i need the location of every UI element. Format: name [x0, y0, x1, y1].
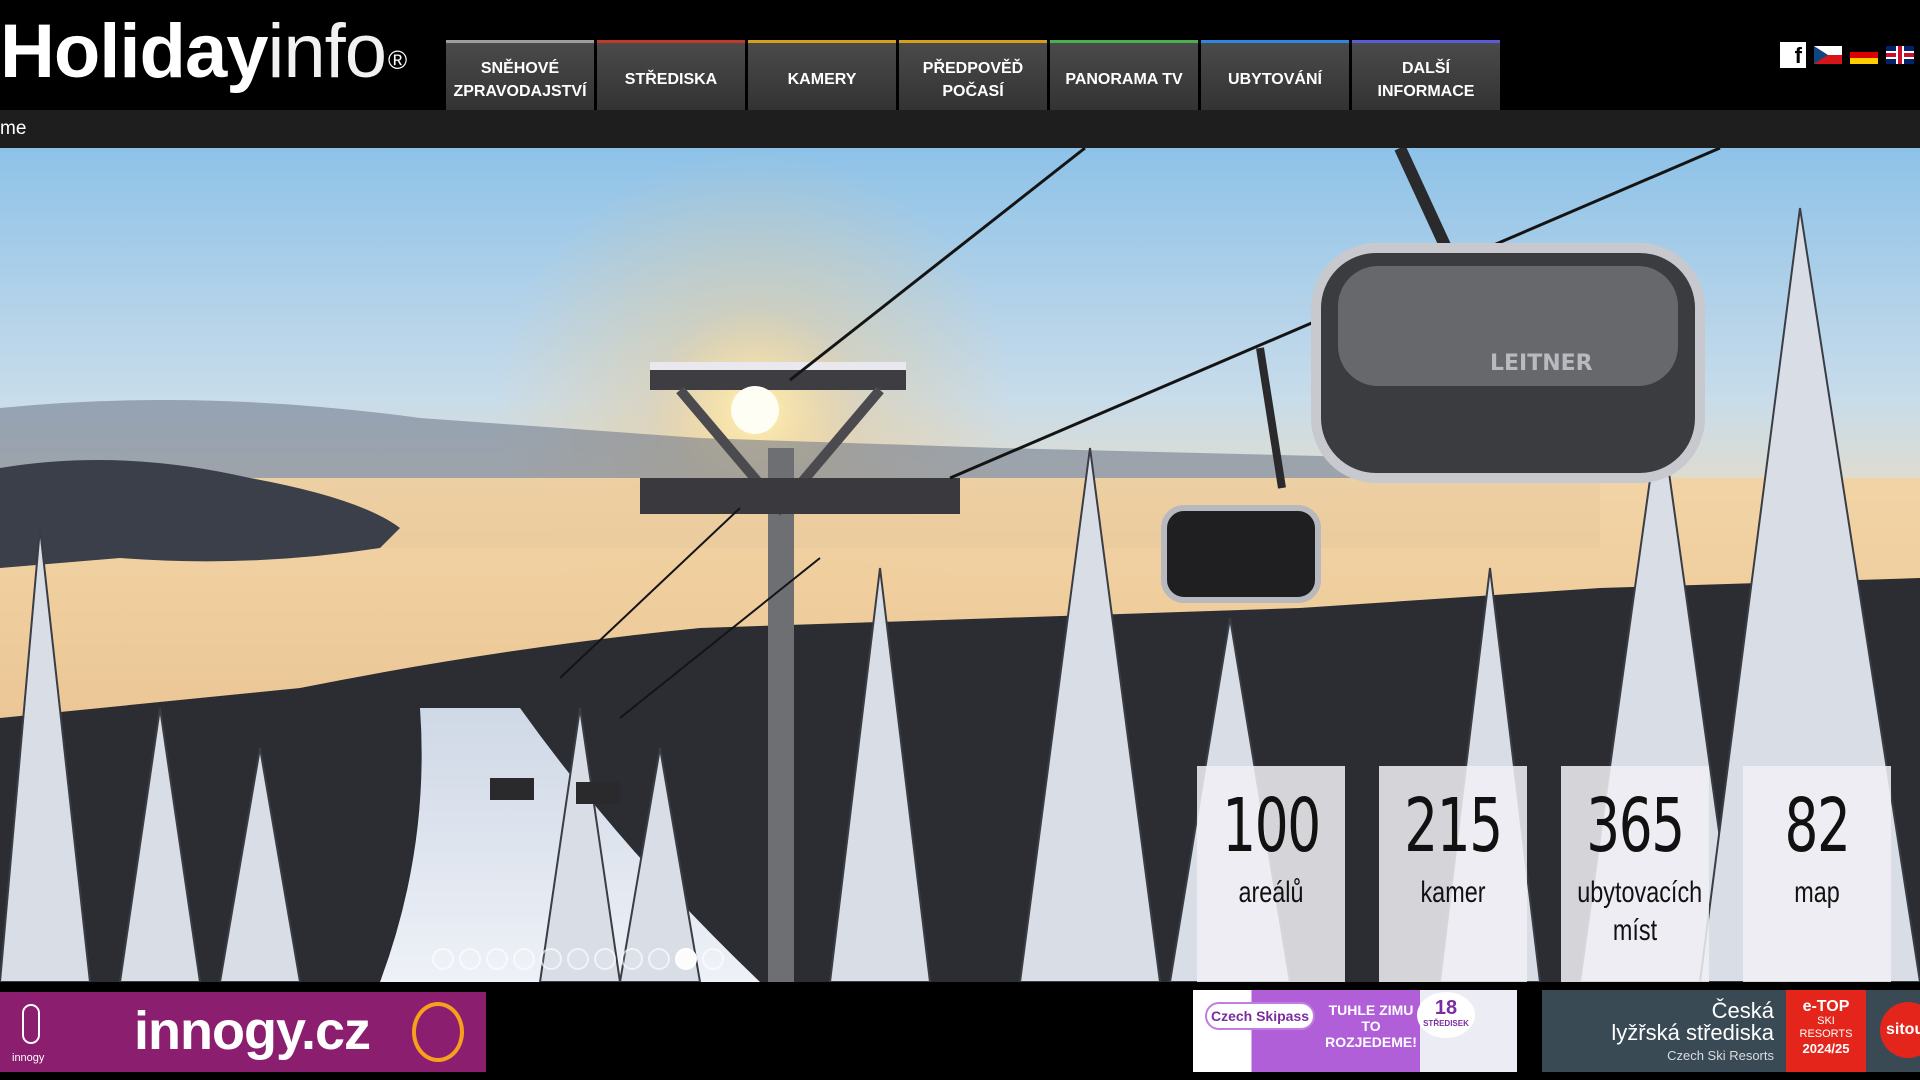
innogy-brand: innogy.cz: [134, 1001, 371, 1061]
etop-line: e-TOP: [1802, 998, 1850, 1015]
skipass-badge-number: 18: [1434, 997, 1458, 1019]
facebook-icon[interactable]: f: [1780, 42, 1806, 68]
innogy-small-logo: innogy: [12, 1052, 45, 1064]
slider-dot[interactable]: [594, 948, 616, 970]
nav-weather-forecast[interactable]: PŘEDPOVĚĎ POČASÍ: [899, 40, 1047, 110]
stat-label-line: ubytovacích: [1577, 876, 1703, 909]
nav-more-info[interactable]: DALŠÍ INFORMACE: [1352, 40, 1500, 110]
stat-label: map: [1794, 876, 1840, 909]
slider-dot[interactable]: [513, 948, 535, 970]
stat-label: areálů: [1238, 876, 1304, 909]
slider-dot[interactable]: [486, 948, 508, 970]
nav-label: UBYTOVÁNÍ: [1228, 71, 1322, 88]
nav-panorama-tv[interactable]: PANORAMA TV: [1050, 40, 1198, 110]
czech-ski-line: lyžřská střediska: [1611, 1020, 1774, 1045]
czech-ski-title: Česká lyžřská střediska: [1542, 1000, 1774, 1044]
nav-cameras[interactable]: KAMERY: [748, 40, 896, 110]
etop-line: RESORTS: [1799, 1028, 1853, 1040]
nav-snow-reports[interactable]: SNĚHOVÉ ZPRAVODAJSTVÍ: [446, 40, 594, 110]
stat-maps[interactable]: 82 map: [1743, 766, 1891, 982]
flag-cz-icon[interactable]: [1814, 46, 1842, 64]
facebook-glyph: f: [1794, 43, 1802, 68]
site-header: Holidayinfo® SNĚHOVÉ ZPRAVODAJSTVÍ STŘEDI…: [0, 0, 1920, 110]
hero-slider[interactable]: LEITNER 100 areálů 215 kamer 365 ubytova…: [0, 148, 1920, 982]
nav-label: POČASÍ: [942, 82, 1004, 100]
lift-brand-text: LEITNER: [1490, 351, 1593, 376]
nav-label: PANORAMA TV: [1065, 71, 1183, 88]
stat-number: 100: [1222, 783, 1321, 869]
breadcrumb-home-link[interactable]: me: [0, 118, 26, 139]
banner-bar: innogy innogy.cz Czech Skipass TUHLE ZIM…: [0, 982, 1920, 1080]
nav-label: SNĚHOVÉ: [480, 59, 560, 77]
breadcrumb: me: [0, 110, 1920, 148]
slider-dot[interactable]: [621, 948, 643, 970]
sitou-logo[interactable]: sitou: [1880, 1002, 1920, 1058]
slider-dot[interactable]: [648, 948, 670, 970]
nav-resorts[interactable]: STŘEDISKA: [597, 40, 745, 110]
slider-dot[interactable]: [567, 948, 589, 970]
czech-ski-resorts-banner[interactable]: Česká lyžřská střediska Czech Ski Resorts…: [1542, 990, 1920, 1072]
etop-line: SKI: [1817, 1015, 1835, 1027]
nav-label: DALŠÍ: [1401, 59, 1450, 77]
nav-label: KAMERY: [787, 71, 857, 88]
stats-panel: 100 areálů 215 kamer 365 ubytovacích míst…: [1197, 766, 1891, 982]
slider-dot[interactable]: [459, 948, 481, 970]
skipass-badge-label: STŘEDISEK: [1423, 1019, 1469, 1028]
etop-line: 2024/25: [1802, 1041, 1850, 1056]
flag-en-icon[interactable]: [1886, 46, 1914, 64]
nav-label: ZPRAVODAJSTVÍ: [453, 82, 587, 100]
logo-text-light: info: [267, 9, 388, 94]
holidayinfo-logo[interactable]: Holidayinfo®: [0, 9, 407, 94]
stat-accommodation[interactable]: 365 ubytovacích míst: [1561, 766, 1709, 982]
innogy-swirl-icon: [412, 1002, 464, 1062]
etop-badge: e-TOP SKI RESORTS 2024/25: [1786, 990, 1866, 1072]
logo-text-bold: Holiday: [0, 9, 268, 94]
skipass-logo: Czech Skipass: [1205, 1002, 1315, 1030]
innogy-lamp-icon: [22, 1004, 40, 1044]
stat-resorts[interactable]: 100 areálů: [1197, 766, 1345, 982]
header-icons: f: [1780, 42, 1914, 68]
innogy-banner[interactable]: innogy innogy.cz: [0, 992, 486, 1072]
skipass-badge: 18 STŘEDISEK: [1417, 992, 1475, 1038]
skipass-slogan: TUHLE ZIMU TO ROZJEDEME!: [1325, 1002, 1417, 1050]
slider-dot[interactable]: [675, 948, 697, 970]
stat-number: 365: [1586, 783, 1685, 869]
stat-label: kamer: [1420, 876, 1486, 909]
nav-label: INFORMACE: [1377, 82, 1475, 100]
czech-skipass-banner[interactable]: Czech Skipass TUHLE ZIMU TO ROZJEDEME! 1…: [1193, 990, 1517, 1072]
stat-label: ubytovacích míst: [1577, 874, 1702, 950]
nav-label: STŘEDISKA: [624, 71, 718, 88]
stat-cameras[interactable]: 215 kamer: [1379, 766, 1527, 982]
slider-dot[interactable]: [432, 948, 454, 970]
czech-ski-subtitle: Czech Ski Resorts: [1667, 1048, 1774, 1063]
stat-label-line: míst: [1612, 914, 1658, 947]
main-nav: SNĚHOVÉ ZPRAVODAJSTVÍ STŘEDISKA KAMERY PŘ…: [446, 40, 1500, 110]
stat-number: 82: [1784, 783, 1851, 869]
nav-accommodation[interactable]: UBYTOVÁNÍ: [1201, 40, 1349, 110]
slider-dot[interactable]: [702, 948, 724, 970]
stat-number: 215: [1404, 783, 1503, 869]
nav-label: PŘEDPOVĚĎ: [922, 59, 1024, 77]
registered-mark: ®: [388, 45, 407, 75]
slider-dot[interactable]: [540, 948, 562, 970]
flag-de-icon[interactable]: [1850, 46, 1878, 64]
slider-dots: [432, 948, 724, 970]
